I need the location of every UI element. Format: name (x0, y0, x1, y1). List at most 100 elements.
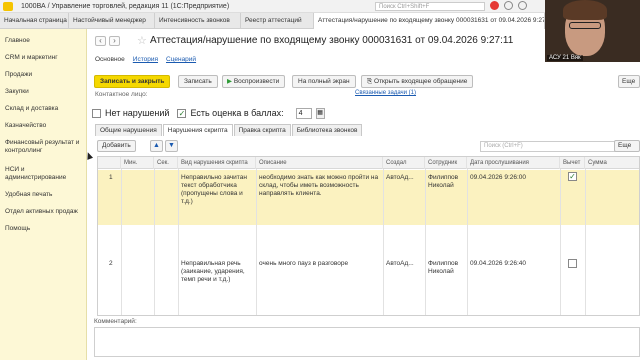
violation-type-cell: Неправильная речь (заикание, ударения, т… (181, 260, 245, 283)
listen-date-cell: 09.04.2026 9:26:00 (470, 174, 527, 181)
tab-call-intensity[interactable]: Интенсивность звонков (155, 13, 241, 29)
table-header: Мин. Сек. Вид нарушения скрипта Описание… (98, 157, 639, 169)
link-history[interactable]: История (133, 56, 158, 63)
column-divider (383, 169, 384, 315)
open-call-label: Открыть входящее обращение (374, 78, 468, 85)
webcam-label: АСУ 21 Вяк (547, 55, 583, 61)
form-navigation: Основное История Сценарий (95, 56, 196, 63)
open-call-icon: ⎘ (367, 78, 375, 85)
column-divider (560, 169, 561, 315)
deduction-checkbox[interactable] (568, 259, 580, 268)
has-score-label: Есть оценка в баллах: (190, 108, 284, 118)
column-header-employee[interactable]: Сотрудник (425, 157, 467, 169)
link-scenario[interactable]: Сценарий (166, 56, 196, 63)
open-call-button[interactable]: ⎘ Открыть входящее обращение (361, 75, 474, 88)
violation-type-cell: Неправильно зачитан текст обработчика (п… (181, 174, 247, 205)
table-row[interactable]: 1 Неправильно зачитан текст обработчика … (98, 170, 639, 225)
history-icon[interactable] (504, 1, 513, 10)
column-divider (425, 169, 426, 315)
comment-label: Комментарий: (94, 318, 137, 325)
tab-home[interactable]: Начальная страница (0, 13, 69, 29)
employee-cell: Филиппов Николай (428, 174, 459, 189)
sidebar-item-main[interactable]: Главное (5, 37, 85, 45)
sidebar-item-sales[interactable]: Продажи (5, 71, 85, 79)
global-search-input[interactable]: Поиск Ctrl+Shift+F (375, 2, 485, 11)
table-row[interactable]: 2 Неправильная речь (заикание, ударения,… (98, 257, 639, 287)
column-divider (467, 169, 468, 315)
comment-field[interactable] (94, 327, 640, 357)
sidebar-item-active-sales[interactable]: Отдел активных продаж (5, 208, 85, 216)
column-header-min[interactable]: Мин. (121, 157, 154, 169)
no-violations-label: Нет нарушений (105, 108, 170, 118)
back-arrow-icon[interactable]: ‹ (95, 36, 106, 46)
column-divider (121, 169, 122, 315)
save-and-close-button[interactable]: Записать и закрыть (94, 75, 171, 88)
title-bar: 1000ВА / Управление торговлей, редакция … (0, 0, 640, 13)
score-options-row: Нет нарушений ✓ Есть оценка в баллах: 4 … (92, 107, 325, 119)
tab-attestation-registry[interactable]: Реестр аттестаций (241, 13, 314, 29)
created-by-cell: АвтоАд... (386, 260, 414, 267)
star-icon[interactable] (518, 1, 527, 10)
has-score-checkbox[interactable]: ✓ (177, 108, 187, 118)
notification-icon[interactable] (490, 1, 499, 10)
window-title: 1000ВА / Управление торговлей, редакция … (21, 2, 230, 10)
table-more-button[interactable]: Еще (614, 140, 640, 152)
document-subtabs: Общие нарушения Нарушения скрипта Правка… (95, 124, 363, 136)
row-index: 2 (109, 260, 113, 267)
no-violations-checkbox[interactable] (92, 108, 101, 118)
score-input[interactable]: 4 (295, 107, 312, 119)
column-header-sec[interactable]: Сек. (154, 157, 178, 169)
sidebar-item-help[interactable]: Помощь (5, 225, 85, 233)
sidebar-item-nsi-admin[interactable]: НСИ и администрирование (5, 166, 85, 182)
presenter-hair (563, 0, 607, 20)
score-calc-icon[interactable]: ▦ (315, 107, 325, 119)
sidebar-item-crm[interactable]: CRM и маркетинг (5, 54, 85, 62)
document-form: ‹ › ☆ Аттестация/нарушение по входящему … (87, 29, 640, 360)
created-by-cell: АвтоАд... (386, 174, 414, 181)
tab-script-edit[interactable]: Правка скрипта (233, 124, 291, 136)
tab-attestation-document[interactable]: Аттестация/нарушение по входящему звонку… (314, 13, 545, 29)
column-divider (154, 169, 155, 315)
tab-script-violations[interactable]: Нарушения скрипта (162, 124, 233, 136)
sidebar-item-convenient-print[interactable]: Удобная печать (5, 191, 85, 199)
related-tasks-link[interactable]: Связанные задачи (1) (355, 90, 416, 96)
column-header-deduction[interactable]: Вычет (560, 157, 585, 169)
description-cell: необходимо знать как можно пройти на скл… (259, 174, 379, 197)
tab-general-violations[interactable]: Общие нарушения (95, 124, 162, 136)
presenter-glasses (569, 22, 601, 29)
sections-sidebar: Главное CRM и маркетинг Продажи Закупки … (0, 29, 87, 360)
column-divider (256, 169, 257, 315)
table-search-input[interactable]: Поиск (Ctrl+F) (480, 141, 620, 152)
link-main[interactable]: Основное (95, 56, 125, 63)
employee-cell: Филиппов Николай (428, 260, 459, 275)
column-header-sum[interactable]: Сумма (585, 157, 639, 169)
webcam-overlay: АСУ 21 Вяк (545, 0, 640, 62)
more-button[interactable]: Еще (618, 75, 640, 88)
play-button-label: Воспроизвести (233, 78, 280, 85)
play-button[interactable]: ▶ Воспроизвести (222, 75, 286, 88)
fullscreen-button[interactable]: На полный экран (292, 75, 356, 88)
move-down-icon[interactable]: ▼ (165, 140, 178, 152)
sidebar-item-treasury[interactable]: Казначейство (5, 122, 85, 130)
column-divider (585, 169, 586, 315)
save-button[interactable]: Записать (178, 75, 218, 88)
column-header-description[interactable]: Описание (256, 157, 383, 169)
sidebar-item-financial-result[interactable]: Финансовый результат и контроллинг (5, 139, 85, 155)
favorite-star-icon[interactable]: ☆ (137, 34, 147, 47)
forward-arrow-icon[interactable]: › (109, 36, 120, 46)
column-header-violation-type[interactable]: Вид нарушения скрипта (178, 157, 256, 169)
script-violations-table: Мин. Сек. Вид нарушения скрипта Описание… (97, 156, 640, 316)
open-tabs-bar: Начальная страница Настойчивый менеджер … (0, 13, 545, 29)
tab-persistent-manager[interactable]: Настойчивый менеджер (69, 13, 155, 29)
tab-call-library[interactable]: Библиотека звонков (291, 124, 363, 136)
move-up-icon[interactable]: ▲ (150, 140, 163, 152)
description-cell: очень много пауз в разговоре (259, 260, 349, 267)
add-row-button[interactable]: Добавить (97, 140, 136, 152)
deduction-checkbox[interactable]: ✓ (568, 172, 580, 181)
sidebar-item-warehouse[interactable]: Склад и доставка (5, 105, 85, 113)
sidebar-item-purchases[interactable]: Закупки (5, 88, 85, 96)
page-title: Аттестация/нарушение по входящему звонку… (150, 35, 514, 46)
column-header-created-by[interactable]: Создал (383, 157, 425, 169)
column-header-listen-date[interactable]: Дата прослушивания (467, 157, 560, 169)
row-index: 1 (109, 174, 113, 181)
